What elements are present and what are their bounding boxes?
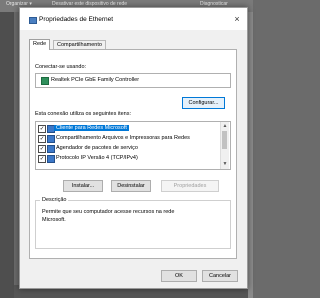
scroll-down-icon[interactable]: ▼	[221, 161, 229, 167]
background-right-panel	[248, 12, 253, 298]
close-button[interactable]: ×	[232, 14, 242, 24]
item-label: Compartilhamento Arquivos e Impressoras …	[56, 135, 190, 141]
scroll-up-icon[interactable]: ▲	[221, 123, 229, 129]
item-label: Agendador de pacotes de serviço	[56, 145, 138, 151]
list-item[interactable]: ✓ Compartilhamento Arquivos e Impressora…	[36, 134, 218, 143]
uninstall-button[interactable]: Desinstalar	[111, 180, 151, 192]
list-item[interactable]: ✓ Agendador de pacotes de serviço	[36, 144, 218, 153]
item-checkbox[interactable]: ✓	[38, 145, 46, 153]
cancel-button[interactable]: Cancelar	[202, 270, 238, 282]
ok-button[interactable]: OK	[161, 270, 197, 282]
adapter-name: Realtek PCIe GbE Family Controller	[51, 77, 140, 83]
title-bar[interactable]: Propriedades de Ethernet ×	[20, 8, 247, 30]
adapter-box: Realtek PCIe GbE Family Controller	[35, 73, 231, 88]
item-checkbox[interactable]: ✓	[38, 155, 46, 163]
list-item[interactable]: ✓ Protocolo IP Versão 4 (TCP/IPv4)	[36, 154, 218, 163]
items-label: Esta conexão utiliza os seguintes itens:	[35, 111, 132, 117]
list-scrollbar[interactable]: ▲ ▼	[220, 122, 229, 169]
connect-using-label: Conectar-se usando:	[35, 64, 87, 70]
network-adapter-icon	[29, 17, 37, 24]
install-button[interactable]: Instalar...	[63, 180, 103, 192]
properties-button[interactable]: Propriedades	[161, 180, 219, 192]
network-service-icon	[47, 145, 55, 153]
list-item[interactable]: ✓ Cliente para Redes Microsoft	[36, 124, 218, 133]
components-list[interactable]: ✓ Cliente para Redes Microsoft ✓ Compart…	[35, 121, 231, 170]
configure-button[interactable]: Configurar...	[182, 97, 225, 109]
item-checkbox[interactable]: ✓	[38, 135, 46, 143]
description-group: Descrição Permite que seu computador ace…	[35, 197, 231, 249]
background-left-panel	[0, 12, 14, 298]
tab-panel-rede: Conectar-se usando: Realtek PCIe GbE Fam…	[29, 49, 237, 259]
item-checkbox[interactable]: ✓	[38, 125, 46, 133]
scroll-thumb[interactable]	[222, 131, 227, 149]
network-card-icon	[41, 77, 49, 85]
ethernet-properties-dialog: Propriedades de Ethernet × Rede Comparti…	[19, 7, 248, 289]
description-title: Descrição	[40, 197, 69, 203]
description-text: Permite que seu computador acesse recurs…	[42, 209, 175, 223]
item-label: Cliente para Redes Microsoft	[54, 125, 129, 131]
tab-rede[interactable]: Rede	[29, 39, 51, 50]
item-label: Protocolo IP Versão 4 (TCP/IPv4)	[56, 155, 138, 161]
network-service-icon	[47, 135, 55, 143]
network-protocol-icon	[47, 155, 55, 163]
dialog-title: Propriedades de Ethernet	[39, 16, 114, 23]
